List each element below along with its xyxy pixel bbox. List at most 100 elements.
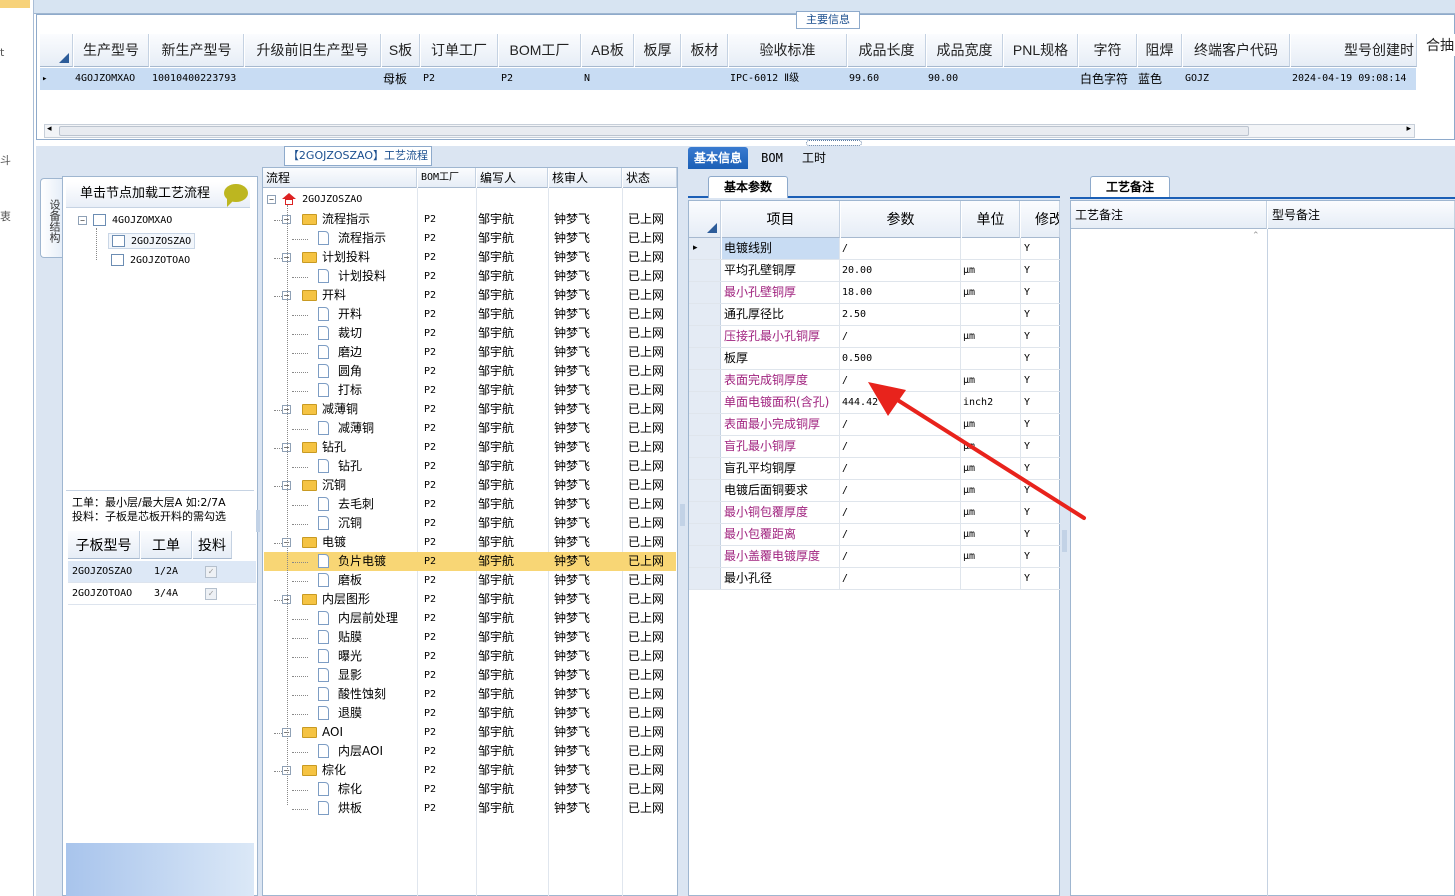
param-unit[interactable]: μm xyxy=(961,546,1021,567)
param-value[interactable]: / xyxy=(840,524,961,545)
row-indicator[interactable] xyxy=(689,348,721,369)
feed-checkbox[interactable]: ✓ xyxy=(205,566,217,578)
side-tab-structure[interactable]: 设备结构 xyxy=(40,178,62,258)
process-step-row[interactable]: 开料 P2 邹宇航 钟梦飞 已上网 xyxy=(264,305,676,324)
process-root[interactable]: − 2GOJZOSZAO xyxy=(267,193,362,205)
process-col-header[interactable]: BOM工厂 xyxy=(418,168,476,188)
cell-s-board[interactable]: 母板 xyxy=(383,68,419,90)
cell-order-factory[interactable]: P2 xyxy=(423,68,435,90)
row-indicator[interactable] xyxy=(689,414,721,435)
row-indicator[interactable] xyxy=(689,546,721,567)
col-header[interactable]: 字符 xyxy=(1079,34,1137,67)
param-modifiable[interactable]: Y xyxy=(1022,238,1060,259)
process-step-row[interactable]: 磨边 P2 邹宇航 钟梦飞 已上网 xyxy=(264,343,676,362)
subgrid-header[interactable]: 投料 xyxy=(193,531,232,559)
param-col-header[interactable]: 修改 xyxy=(1021,201,1060,238)
param-value[interactable]: 18.00 xyxy=(840,282,961,303)
row-indicator[interactable] xyxy=(689,502,721,523)
process-step-row[interactable]: − 沉铜 P2 邹宇航 钟梦飞 已上网 xyxy=(264,476,676,495)
row-indicator[interactable] xyxy=(689,480,721,501)
param-row[interactable]: 通孔厚径比 2.50 Y xyxy=(689,304,1060,326)
tab-hours[interactable]: 工时 xyxy=(794,147,834,169)
col-header[interactable]: PNL规格 xyxy=(1004,34,1078,67)
col-header[interactable]: S板 xyxy=(382,34,420,67)
cell-model[interactable]: 4GOJZOMXAO xyxy=(75,68,149,90)
process-col-header[interactable]: 核审人 xyxy=(549,168,622,188)
feed-checkbox[interactable]: ✓ xyxy=(205,588,217,600)
param-modifiable[interactable]: Y xyxy=(1022,326,1060,347)
param-modifiable[interactable]: Y xyxy=(1022,546,1060,567)
row-indicator[interactable] xyxy=(689,392,721,413)
col-header[interactable]: AB板 xyxy=(582,34,634,67)
cell-length[interactable]: 99.60 xyxy=(849,68,879,90)
scroll-up-icon[interactable]: ⌃ xyxy=(1252,231,1260,241)
scrollbar-thumb[interactable] xyxy=(59,126,1249,136)
subgrid-header[interactable]: 工单 xyxy=(141,531,192,559)
splitter-grip[interactable] xyxy=(1062,530,1067,552)
cell-mask[interactable]: 蓝色 xyxy=(1138,68,1162,90)
process-col-header[interactable]: 编写人 xyxy=(477,168,548,188)
process-step-row[interactable]: 酸性蚀刻 P2 邹宇航 钟梦飞 已上网 xyxy=(264,685,676,704)
grid-corner[interactable] xyxy=(689,201,721,238)
col-header[interactable]: 订单工厂 xyxy=(421,34,498,67)
process-step-row[interactable]: − 流程指示 P2 邹宇航 钟梦飞 已上网 xyxy=(264,210,676,229)
process-step-row[interactable]: − 电镀 P2 邹宇航 钟梦飞 已上网 xyxy=(264,533,676,552)
cell-created[interactable]: 2024-04-19 09:08:14 xyxy=(1292,68,1414,90)
param-col-header[interactable]: 单位 xyxy=(962,201,1020,238)
process-step-row[interactable]: 流程指示 P2 邹宇航 钟梦飞 已上网 xyxy=(264,229,676,248)
param-modifiable[interactable]: Y xyxy=(1022,304,1060,325)
process-step-row[interactable]: − 棕化 P2 邹宇航 钟梦飞 已上网 xyxy=(264,761,676,780)
process-step-row[interactable]: 烘板 P2 邹宇航 钟梦飞 已上网 xyxy=(264,799,676,818)
process-step-row[interactable]: 减薄铜 P2 邹宇航 钟梦飞 已上网 xyxy=(264,419,676,438)
process-step-row[interactable]: 内层AOI P2 邹宇航 钟梦飞 已上网 xyxy=(264,742,676,761)
process-step-row[interactable]: 棕化 P2 邹宇航 钟梦飞 已上网 xyxy=(264,780,676,799)
horizontal-scrollbar[interactable]: ◂ ▸ xyxy=(44,124,1415,138)
notes-col-header[interactable]: 工艺备注 xyxy=(1071,201,1267,229)
param-unit[interactable] xyxy=(961,238,1021,259)
param-row[interactable]: 板厚 0.500 Y xyxy=(689,348,1060,370)
nav-glyph[interactable]: 斗 xyxy=(0,152,11,168)
param-unit[interactable]: μm xyxy=(961,260,1021,281)
vertical-splitter-grip[interactable] xyxy=(806,140,862,146)
param-value[interactable]: 20.00 xyxy=(840,260,961,281)
process-col-header[interactable]: 流程 xyxy=(263,168,417,188)
row-indicator[interactable] xyxy=(689,304,721,325)
col-header[interactable]: BOM工厂 xyxy=(499,34,581,67)
param-modifiable[interactable]: Y xyxy=(1022,282,1060,303)
param-modifiable[interactable]: Y xyxy=(1022,260,1060,281)
col-header[interactable]: 验收标准 xyxy=(729,34,847,67)
tree-node-child[interactable]: 2GOJZOTOAO xyxy=(108,253,193,267)
cell-bom-factory[interactable]: P2 xyxy=(501,68,513,90)
param-value[interactable]: / xyxy=(840,326,961,347)
process-step-row[interactable]: 退膜 P2 邹宇航 钟梦飞 已上网 xyxy=(264,704,676,723)
param-modifiable[interactable]: Y xyxy=(1022,568,1060,589)
table-row[interactable]: 2GOJZOSZAO 1/2A ✓ xyxy=(68,561,256,583)
param-value[interactable]: 2.50 xyxy=(840,304,961,325)
scroll-left-icon[interactable]: ◂ xyxy=(47,124,52,134)
param-col-header[interactable]: 参数 xyxy=(841,201,961,238)
cell-char[interactable]: 白色字符 xyxy=(1080,68,1128,90)
process-step-row[interactable]: − AOI P2 邹宇航 钟梦飞 已上网 xyxy=(264,723,676,742)
process-step-row[interactable]: 显影 P2 邹宇航 钟梦飞 已上网 xyxy=(264,666,676,685)
splitter-grip[interactable] xyxy=(680,504,685,526)
param-unit[interactable]: μm xyxy=(961,524,1021,545)
row-indicator[interactable] xyxy=(689,370,721,391)
process-step-row[interactable]: 圆角 P2 邹宇航 钟梦飞 已上网 xyxy=(264,362,676,381)
param-row[interactable]: 最小孔径 / Y xyxy=(689,568,1060,590)
tab-basic-info[interactable]: 基本信息 xyxy=(688,147,748,169)
process-step-row[interactable]: 裁切 P2 邹宇航 钟梦飞 已上网 xyxy=(264,324,676,343)
row-indicator[interactable] xyxy=(689,568,721,589)
param-unit[interactable] xyxy=(961,348,1021,369)
cell-ab-board[interactable]: N xyxy=(584,68,590,90)
sub-order[interactable]: 1/2A xyxy=(154,561,178,583)
process-step-row[interactable]: − 计划投料 P2 邹宇航 钟梦飞 已上网 xyxy=(264,248,676,267)
notes-col-header[interactable]: 型号备注 xyxy=(1268,201,1455,229)
process-step-row[interactable]: 负片电镀 P2 邹宇航 钟梦飞 已上网 xyxy=(264,552,676,571)
tree-node-root[interactable]: − 4GOJZOMXAO xyxy=(78,214,172,226)
process-step-row[interactable]: 曝光 P2 邹宇航 钟梦飞 已上网 xyxy=(264,647,676,666)
process-step-row[interactable]: 计划投料 P2 邹宇航 钟梦飞 已上网 xyxy=(264,267,676,286)
param-unit[interactable] xyxy=(961,304,1021,325)
process-step-row[interactable]: − 开料 P2 邹宇航 钟梦飞 已上网 xyxy=(264,286,676,305)
param-row[interactable]: 最小包覆距离 / μm Y xyxy=(689,524,1060,546)
process-step-row[interactable]: − 内层图形 P2 邹宇航 钟梦飞 已上网 xyxy=(264,590,676,609)
